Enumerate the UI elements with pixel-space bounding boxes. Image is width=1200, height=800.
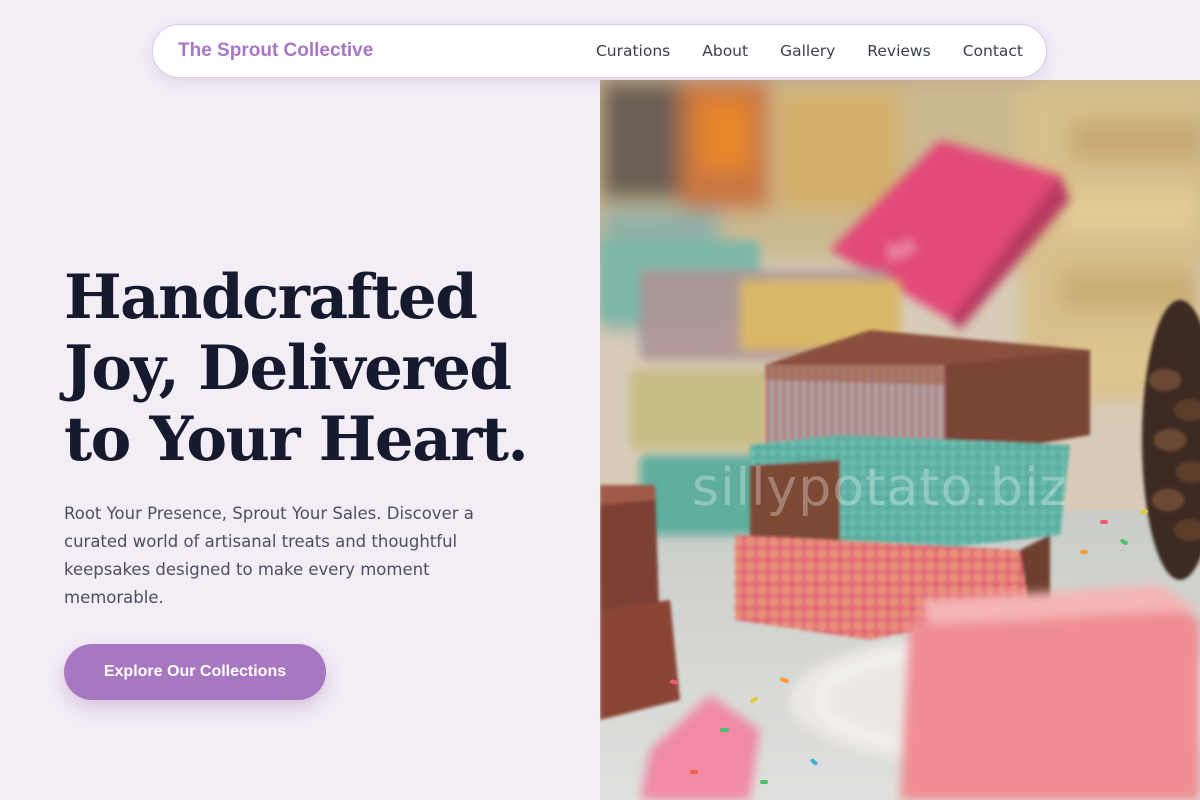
nav-link-gallery[interactable]: Gallery bbox=[780, 42, 835, 60]
nav-link-reviews[interactable]: Reviews bbox=[867, 42, 930, 60]
hero-subtitle: Root Your Presence, Sprout Your Sales. D… bbox=[64, 504, 474, 607]
hero-title: Handcrafted Joy, Delivered to Your Heart… bbox=[64, 262, 584, 475]
navbar: The Sprout Collective Curations About Ga… bbox=[152, 24, 1047, 78]
landing-page: Aa sillypotato.biz The Sprout Collective… bbox=[0, 0, 1200, 800]
nav-link-about[interactable]: About bbox=[702, 42, 748, 60]
gift-boxes-photo: Aa bbox=[600, 80, 1200, 800]
watermark-text: sillypotato.biz bbox=[692, 458, 1068, 518]
explore-collections-button[interactable]: Explore Our Collections bbox=[64, 644, 326, 700]
hero-title-line: Joy, Delivered bbox=[64, 333, 512, 404]
hero-title-line: to Your Heart. bbox=[64, 404, 529, 475]
nav-links: Curations About Gallery Reviews Contact bbox=[564, 42, 1023, 60]
hero-image: Aa sillypotato.biz bbox=[600, 80, 1200, 800]
brand-logo-link[interactable]: The Sprout Collective bbox=[178, 40, 373, 62]
nav-link-curations[interactable]: Curations bbox=[596, 42, 670, 60]
hero-title-line: Handcrafted bbox=[64, 262, 478, 333]
nav-link-contact[interactable]: Contact bbox=[963, 42, 1023, 60]
